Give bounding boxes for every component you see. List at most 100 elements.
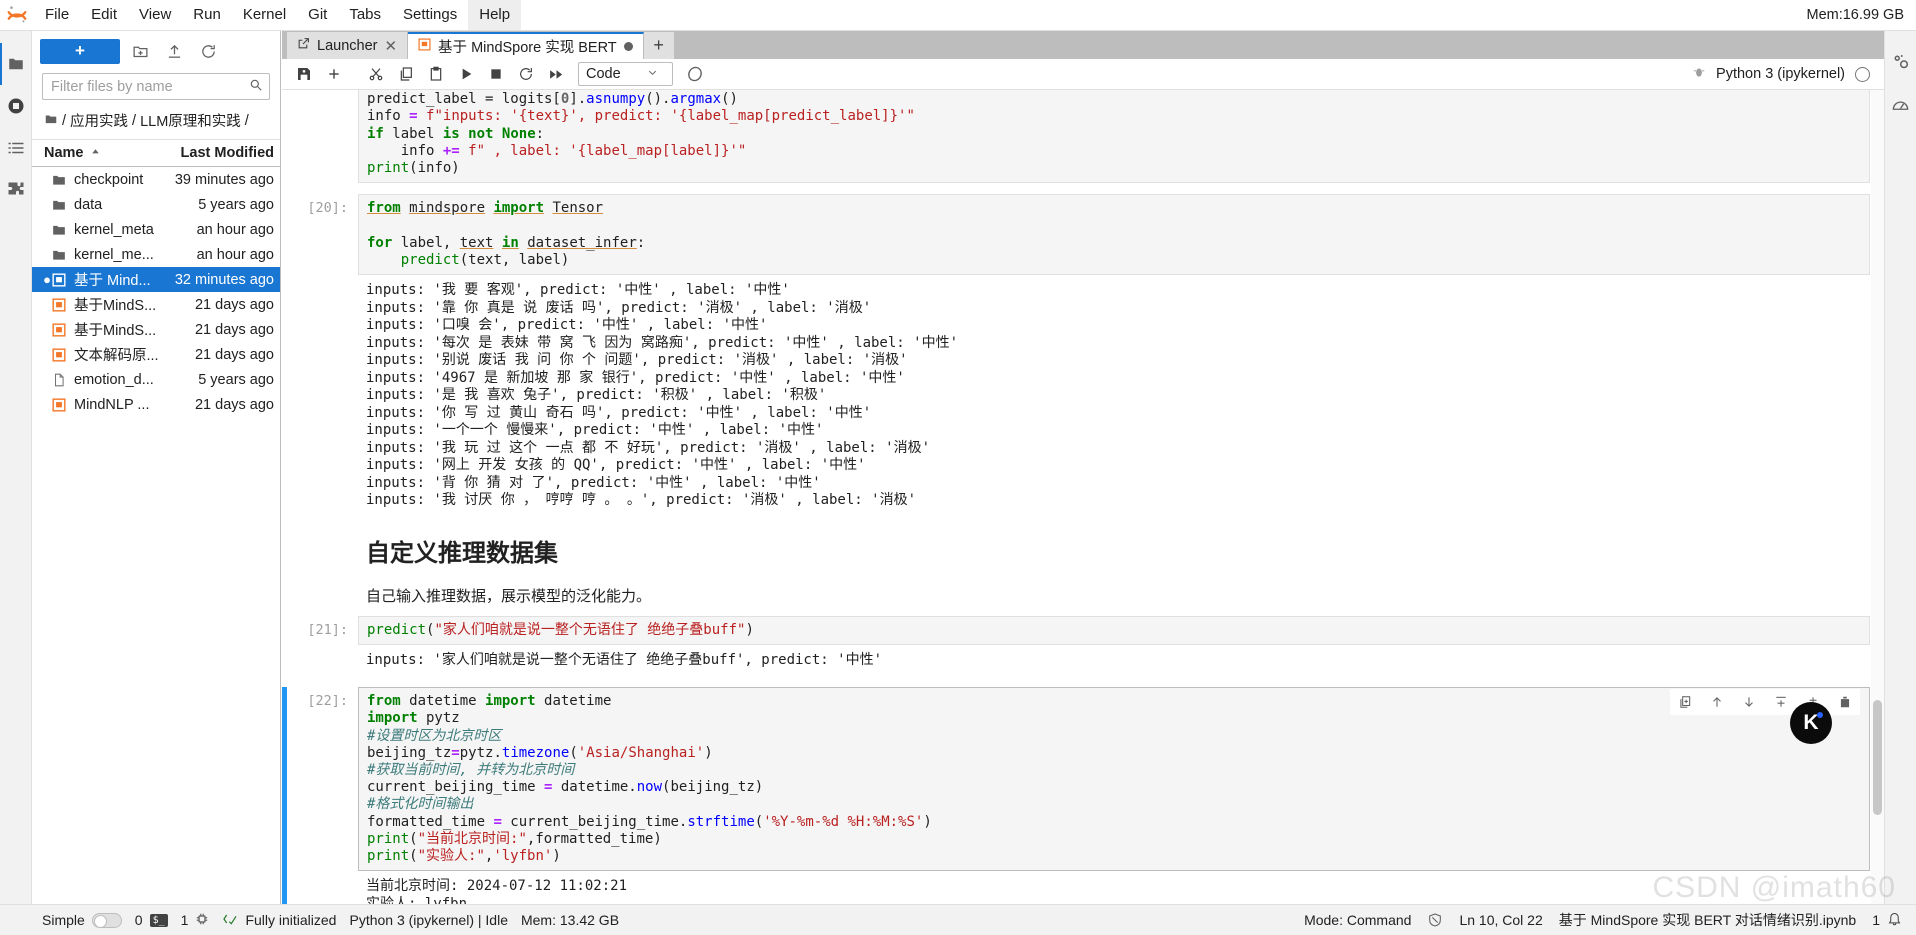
kernel-count[interactable]: 1 xyxy=(181,912,210,929)
file-list-item[interactable]: 基于MindS... 21 days ago xyxy=(32,292,280,317)
debug-icon[interactable] xyxy=(1692,65,1706,83)
bell-icon xyxy=(1887,911,1902,929)
menu-kernel[interactable]: Kernel xyxy=(232,0,297,30)
terminal-count[interactable]: 0 $_ xyxy=(135,912,168,928)
folder-icon xyxy=(52,248,74,262)
file-list-item[interactable]: 文本解码原... 21 days ago xyxy=(32,342,280,367)
cell-type-select[interactable]: Code xyxy=(578,62,673,86)
notebook-cell[interactable]: [20]: from mindspore import Tensor for l… xyxy=(282,194,1870,516)
menu-view[interactable]: View xyxy=(128,0,182,30)
breadcrumb-home-icon[interactable] xyxy=(44,112,58,130)
notebook-scrollbar[interactable] xyxy=(1871,90,1884,904)
cursor-position-status[interactable]: Ln 10, Col 22 xyxy=(1459,912,1542,928)
selected-cell-indicator xyxy=(282,687,287,904)
stop-icon[interactable] xyxy=(482,61,510,87)
editor-mode-status[interactable]: Mode: Command xyxy=(1304,912,1411,928)
file-last-modified: 21 days ago xyxy=(194,321,274,338)
fast-forward-icon[interactable] xyxy=(542,61,570,87)
kernel-state-status[interactable]: Python 3 (ipykernel) | Idle xyxy=(349,912,508,928)
simple-toggle-switch[interactable] xyxy=(91,912,122,928)
file-list-item[interactable]: 基于MindS... 21 days ago xyxy=(32,317,280,342)
save-icon[interactable] xyxy=(290,61,318,87)
copy-icon[interactable] xyxy=(392,61,420,87)
breadcrumb-item-1[interactable]: LLM原理和实践 xyxy=(140,110,241,131)
running-terminals-icon[interactable] xyxy=(0,85,32,127)
code-input-area[interactable]: from mindspore import Tensor for label, … xyxy=(358,194,1870,276)
plus-icon[interactable] xyxy=(320,61,348,87)
cell-type-value: Code xyxy=(586,66,621,82)
move-cell-up-icon[interactable] xyxy=(1709,693,1725,711)
duplicate-cell-icon[interactable] xyxy=(1677,693,1693,711)
folder-icon[interactable] xyxy=(0,43,32,85)
kernel-assistant-badge[interactable]: K xyxy=(1790,702,1832,744)
file-filter-wrap xyxy=(32,71,280,106)
scrollbar-thumb[interactable] xyxy=(1873,700,1882,815)
file-list-item[interactable]: data 5 years ago xyxy=(32,192,280,217)
table-of-contents-icon[interactable] xyxy=(0,127,32,169)
insert-cell-above-icon[interactable] xyxy=(1773,693,1789,711)
new-folder-icon[interactable] xyxy=(126,38,154,64)
menu-run[interactable]: Run xyxy=(182,0,232,30)
kernel-name-label[interactable]: Python 3 (ipykernel) xyxy=(1716,66,1845,82)
notebook-cell[interactable]: logits = model(input_tokenized) predict_… xyxy=(282,90,1870,184)
filter-files-input-wrap[interactable] xyxy=(42,73,270,100)
file-last-modified: 21 days ago xyxy=(194,396,274,413)
file-list-item[interactable]: kernel_meta an hour ago xyxy=(32,217,280,242)
menu-help[interactable]: Help xyxy=(468,0,522,30)
file-list-item[interactable]: ● 基于 Mind... 32 minutes ago xyxy=(32,267,280,292)
menu-file[interactable]: File xyxy=(34,0,80,30)
filter-files-input[interactable] xyxy=(49,77,249,96)
notebook-cell-selected[interactable]: [22]: from datetime import datetime impo… xyxy=(282,687,1870,904)
upload-icon[interactable] xyxy=(160,38,188,64)
code-input-area[interactable]: logits = model(input_tokenized) predict_… xyxy=(358,90,1870,184)
cell-body: from mindspore import Tensor for label, … xyxy=(358,194,1870,516)
menu-git[interactable]: Git xyxy=(297,0,338,30)
file-list-item[interactable]: MindNLP ... 21 days ago xyxy=(32,392,280,417)
left-sidebar-rail xyxy=(0,31,32,904)
delete-cell-icon[interactable] xyxy=(1837,693,1853,711)
file-list: checkpoint 39 minutes ago data 5 years ago k… xyxy=(32,167,280,904)
breadcrumb-item-0[interactable]: 应用实践 xyxy=(70,110,128,131)
extensions-icon[interactable] xyxy=(0,169,32,211)
code-input-area[interactable]: from datetime import datetime import pyt… xyxy=(358,687,1870,872)
file-list-item[interactable]: emotion_d... 5 years ago xyxy=(32,367,280,392)
file-list-item[interactable]: checkpoint 39 minutes ago xyxy=(32,167,280,192)
new-launcher-button[interactable]: + xyxy=(40,38,120,64)
menu-edit[interactable]: Edit xyxy=(80,0,128,30)
notebook-scroll-area[interactable]: logits = model(input_tokenized) predict_… xyxy=(282,90,1884,904)
tab-launcher[interactable]: Launcher ✕ xyxy=(287,32,409,59)
play-icon[interactable] xyxy=(452,61,480,87)
file-list-item[interactable]: kernel_me... an hour ago xyxy=(32,242,280,267)
kernel-status-area: Python 3 (ipykernel) xyxy=(1692,65,1876,83)
notification-count[interactable]: 1 xyxy=(1872,911,1902,929)
menu-tabs[interactable]: Tabs xyxy=(338,0,392,30)
cell-body: logits = model(input_tokenized) predict_… xyxy=(358,90,1870,184)
folder-icon xyxy=(52,223,74,237)
new-tab-button[interactable]: + xyxy=(643,32,674,59)
tab-notebook-label: 基于 MindSpore 实现 BERT xyxy=(438,40,617,56)
debugger-icon[interactable] xyxy=(1885,83,1916,125)
paste-icon[interactable] xyxy=(422,61,450,87)
markdown-cell-body[interactable]: 自定义推理数据集 自己输入推理数据，展示模型的泛化能力。 xyxy=(358,517,1870,616)
memory-status: Mem: 13.42 GB xyxy=(520,912,620,928)
restart-icon[interactable] xyxy=(512,61,540,87)
code-input-area[interactable]: predict("家人们咱就是说一整个无语住了 绝绝子叠buff") xyxy=(358,615,1870,645)
cell-output: inputs: '我 要 客观', predict: '中性' , label:… xyxy=(366,282,959,509)
tab-notebook-bert[interactable]: 基于 MindSpore 实现 BERT xyxy=(408,32,644,59)
scissors-icon[interactable] xyxy=(362,61,390,87)
menu-settings[interactable]: Settings xyxy=(392,0,468,30)
notebook-cell[interactable]: [21]: predict("家人们咱就是说一整个无语住了 绝绝子叠buff")… xyxy=(282,615,1870,677)
property-inspector-icon[interactable] xyxy=(1885,41,1916,83)
cell-action-toolbar xyxy=(1670,689,1860,716)
file-last-modified: 5 years ago xyxy=(198,371,274,388)
close-icon[interactable]: ✕ xyxy=(384,37,397,55)
cell-prompt xyxy=(282,90,358,183)
move-cell-down-icon[interactable] xyxy=(1741,693,1757,711)
no-trust-icon[interactable] xyxy=(1427,912,1443,928)
column-header-name[interactable]: Name xyxy=(44,145,181,161)
column-header-last-modified[interactable]: Last Modified xyxy=(181,145,274,161)
refresh-icon[interactable] xyxy=(194,38,222,64)
simple-mode-toggle[interactable]: Simple xyxy=(42,912,122,928)
notebook-cell[interactable]: 自定义推理数据集 自己输入推理数据，展示模型的泛化能力。 xyxy=(282,517,1870,616)
column-header-name-label: Name xyxy=(44,145,84,161)
